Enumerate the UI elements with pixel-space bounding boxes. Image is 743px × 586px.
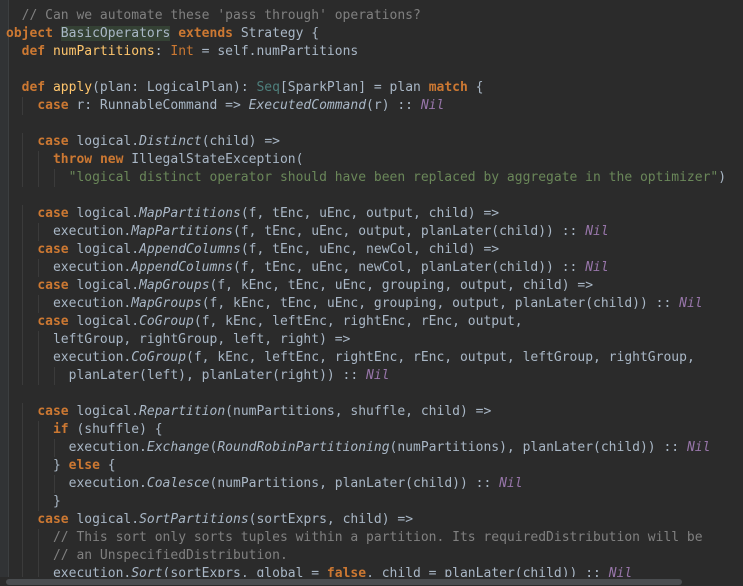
indent-guide	[54, 367, 55, 385]
indent-guide	[38, 493, 39, 511]
indent-guide	[54, 169, 55, 187]
indent-guide	[22, 151, 23, 169]
indent-guide	[22, 241, 23, 259]
code-line[interactable]: def numPartitions: Int = self.numPartiti…	[0, 43, 743, 61]
indent-guide	[38, 295, 39, 313]
indent-guide	[38, 151, 39, 169]
indent-guide	[38, 457, 39, 475]
code-line[interactable]: } else {	[0, 457, 743, 475]
indent-guide	[22, 367, 23, 385]
code-line[interactable]: case logical.SortPartitions(sortExprs, c…	[0, 511, 743, 529]
indent-guide	[22, 439, 23, 457]
indent-guide	[22, 421, 23, 439]
code-line[interactable]: // Can we automate these 'pass through' …	[0, 7, 743, 25]
indent-guide	[38, 367, 39, 385]
code-line[interactable]: case logical.MapGroups(f, kEnc, tEnc, uE…	[0, 277, 743, 295]
indent-guide	[38, 331, 39, 349]
scrollbar-thumb[interactable]	[6, 579, 682, 585]
code-line[interactable]: case r: RunnableCommand => ExecutedComma…	[0, 97, 743, 115]
code-line[interactable]: throw new IllegalStateException(	[0, 151, 743, 169]
code-line[interactable]	[0, 385, 743, 403]
code-line[interactable]: execution.Coalesce(numPartitions, planLa…	[0, 475, 743, 493]
code-line[interactable]: def apply(plan: LogicalPlan): Seq[SparkP…	[0, 79, 743, 97]
code-line[interactable]: case logical.Repartition(numPartitions, …	[0, 403, 743, 421]
indent-guide	[22, 349, 23, 367]
code-line[interactable]: object BasicOperators extends Strategy {	[0, 25, 743, 43]
code-line[interactable]: case logical.AppendColumns(f, tEnc, uEnc…	[0, 241, 743, 259]
code-line[interactable]	[0, 187, 743, 205]
indent-guide	[22, 223, 23, 241]
code-line[interactable]: execution.Exchange(RoundRobinPartitionin…	[0, 439, 743, 457]
code-lines[interactable]: // Can we automate these 'pass through' …	[0, 7, 743, 583]
indent-guide	[22, 493, 23, 511]
code-line[interactable]: case logical.MapPartitions(f, tEnc, uEnc…	[0, 205, 743, 223]
indent-guide	[22, 331, 23, 349]
indent-guide	[22, 475, 23, 493]
indent-guide	[22, 547, 23, 565]
indent-guide	[22, 277, 23, 295]
indent-guide	[38, 349, 39, 367]
indent-guide	[22, 511, 23, 529]
indent-guide	[38, 421, 39, 439]
horizontal-scrollbar[interactable]	[0, 577, 743, 586]
code-line[interactable]: leftGroup, rightGroup, left, right) =>	[0, 331, 743, 349]
indent-guide	[22, 133, 23, 151]
indent-guide	[22, 259, 23, 277]
code-line[interactable]	[0, 61, 743, 79]
code-line[interactable]: case logical.Distinct(child) =>	[0, 133, 743, 151]
indent-guide	[54, 475, 55, 493]
indent-guide	[22, 295, 23, 313]
code-editor[interactable]: // Can we automate these 'pass through' …	[0, 0, 743, 586]
indent-guide	[22, 97, 23, 115]
code-line[interactable]: // This sort only sorts tuples within a …	[0, 529, 743, 547]
code-line[interactable]: execution.AppendColumns(f, tEnc, uEnc, n…	[0, 259, 743, 277]
code-line[interactable]: "logical distinct operator should have b…	[0, 169, 743, 187]
indent-guide	[38, 259, 39, 277]
code-line[interactable]: planLater(left), planLater(right)) :: Ni…	[0, 367, 743, 385]
indent-guide	[38, 169, 39, 187]
indent-guide	[22, 313, 23, 331]
indent-guide	[22, 529, 23, 547]
code-line[interactable]: if (shuffle) {	[0, 421, 743, 439]
indent-guide	[38, 547, 39, 565]
indent-guide	[54, 439, 55, 457]
indent-guide	[22, 205, 23, 223]
code-line[interactable]: // an UnspecifiedDistribution.	[0, 547, 743, 565]
code-line[interactable]: case logical.CoGroup(f, kEnc, leftEnc, r…	[0, 313, 743, 331]
indent-guide	[38, 529, 39, 547]
code-line[interactable]: execution.CoGroup(f, kEnc, leftEnc, righ…	[0, 349, 743, 367]
indent-guide	[38, 223, 39, 241]
code-line[interactable]: }	[0, 493, 743, 511]
code-line[interactable]	[0, 115, 743, 133]
indent-guide	[38, 439, 39, 457]
code-line[interactable]: execution.MapGroups(f, kEnc, tEnc, uEnc,…	[0, 295, 743, 313]
indent-guide	[22, 403, 23, 421]
indent-guide	[22, 169, 23, 187]
indent-guide	[22, 457, 23, 475]
indent-guide	[38, 475, 39, 493]
code-line[interactable]: execution.MapPartitions(f, tEnc, uEnc, o…	[0, 223, 743, 241]
